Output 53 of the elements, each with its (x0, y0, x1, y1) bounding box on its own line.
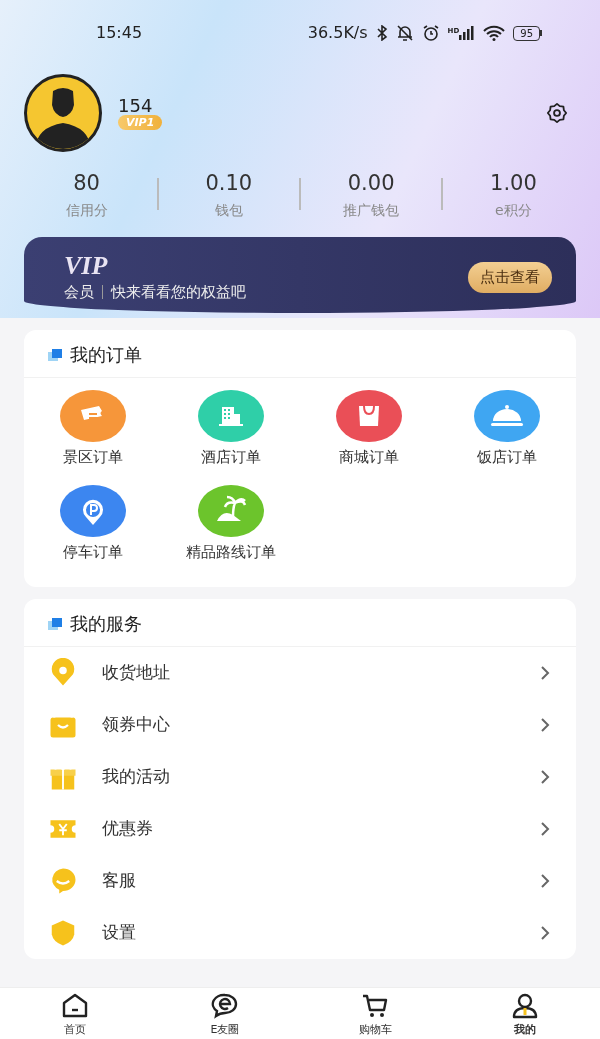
menu-item[interactable]: 我的活动 (24, 751, 576, 803)
order-category[interactable]: 精品路线订单 (162, 476, 300, 571)
order-category[interactable]: 酒店订单 (162, 382, 300, 477)
section-marker-icon (48, 348, 62, 361)
tab-bar-item[interactable]: 首页 (30, 992, 120, 1035)
bluetooth-icon (375, 25, 388, 41)
menu-item[interactable]: 优惠券 (24, 803, 576, 855)
section-marker-icon (48, 617, 62, 630)
wifi-icon (483, 25, 506, 41)
menu-item[interactable]: 领券中心 (24, 699, 576, 751)
order-category[interactable]: 饭店订单 (438, 382, 576, 477)
order-category[interactable]: 停车订单 (24, 476, 162, 571)
menu-item[interactable]: 收货地址 (24, 647, 576, 699)
settings-icon[interactable] (546, 102, 568, 124)
menu-item[interactable]: 设置 (24, 907, 576, 959)
cart-icon (361, 992, 389, 1020)
user-icon (511, 992, 539, 1020)
home-icon (61, 992, 89, 1020)
stat-value: 0.10 (205, 170, 253, 197)
chevron-right-icon (540, 769, 550, 785)
chevron-right-icon (540, 821, 550, 837)
chevron-right-icon (540, 665, 550, 681)
status-time: 15:45 (96, 22, 143, 44)
muted-bell-icon (395, 24, 414, 42)
section-title: 我的服务 (70, 612, 142, 636)
stat-value: 0.00 (347, 170, 395, 197)
user-name: 154 (118, 95, 153, 116)
section-title: 我的订单 (70, 343, 142, 367)
order-category[interactable]: 商城订单 (300, 382, 438, 477)
stat-label: e积分 (495, 200, 532, 220)
chevron-right-icon (540, 717, 550, 733)
stat-label: 信用分 (65, 200, 108, 220)
network-speed: 36.5K/s (307, 22, 368, 44)
vip-description: 快来看看您的权益吧 (111, 281, 246, 303)
battery-level: 95 (513, 25, 540, 41)
signal-icon (459, 26, 476, 40)
vip-tag: 会员 (64, 280, 94, 304)
alarm-icon (421, 24, 440, 42)
stat-value: 1.00 (490, 170, 537, 197)
stat-value: 80 (73, 170, 100, 197)
tab-bar-item[interactable]: 我的 (480, 992, 570, 1035)
order-category[interactable]: 景区订单 (24, 382, 162, 477)
menu-item[interactable]: 客服 (24, 855, 576, 907)
chevron-right-icon (540, 873, 550, 889)
vip-title: VIP (64, 251, 109, 281)
vip-level-tag: VIP1 (118, 115, 163, 131)
view-button[interactable]: 点击查看 (468, 262, 552, 293)
stat-label: 钱包 (214, 200, 243, 220)
tab-bar-item[interactable]: 购物车 (330, 992, 420, 1035)
chevron-right-icon (540, 925, 550, 941)
tab-bar-item[interactable]: E友圈 (180, 992, 270, 1035)
e-chat-icon (211, 992, 239, 1020)
stat-label: 推广钱包 (343, 200, 400, 220)
